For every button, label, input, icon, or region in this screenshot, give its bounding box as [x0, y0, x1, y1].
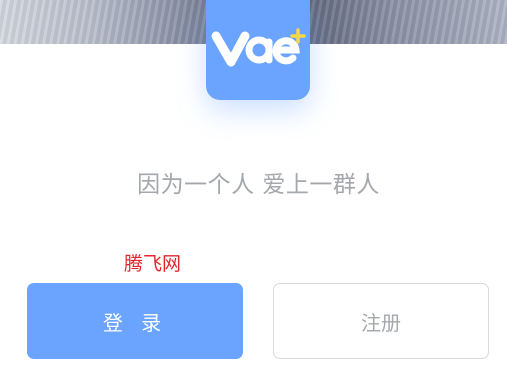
watermark-text: 腾飞网: [124, 253, 182, 275]
app-logo: [206, 0, 310, 100]
vae-logo-icon: [211, 28, 306, 67]
tagline: 因为一个人 爱上一群人: [137, 172, 380, 198]
login-button[interactable]: 登 录: [27, 283, 243, 359]
register-button[interactable]: 注册: [273, 283, 489, 359]
